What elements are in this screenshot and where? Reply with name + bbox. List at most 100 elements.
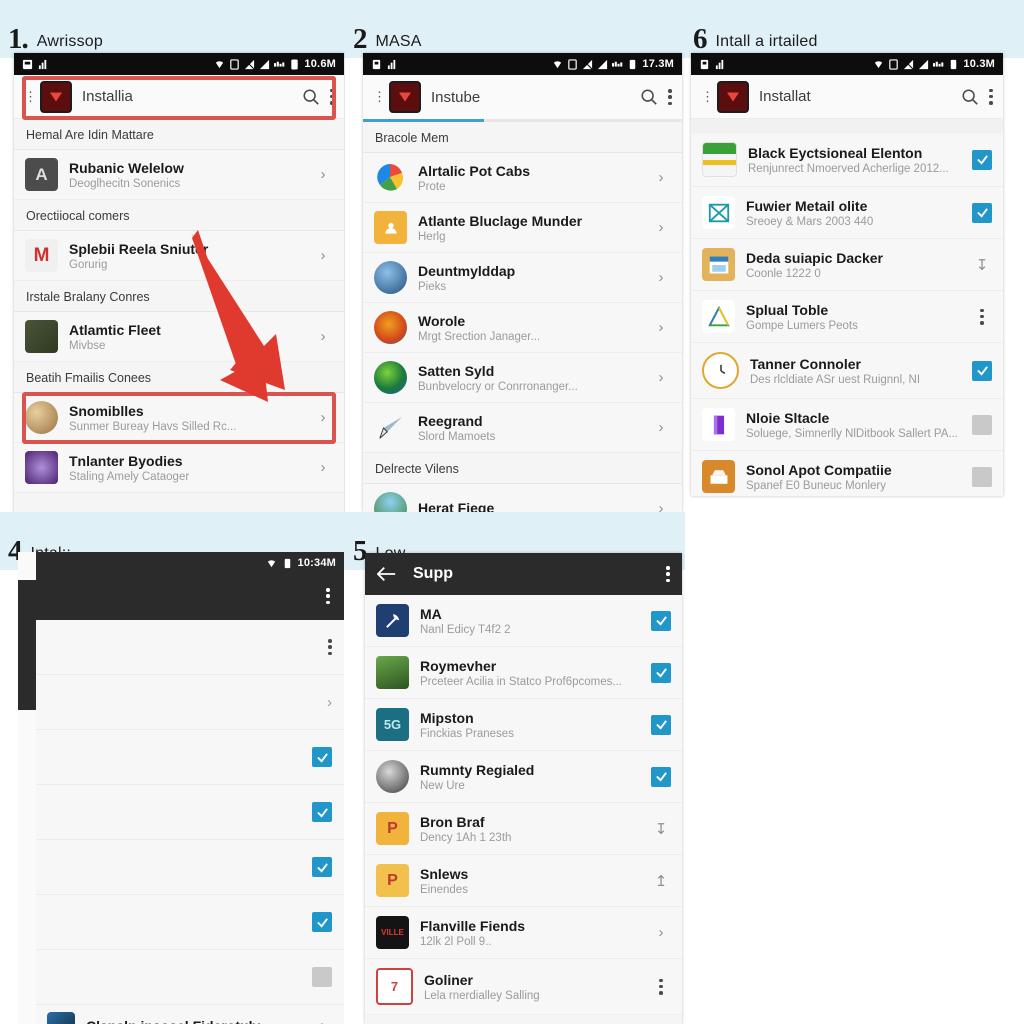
search-icon[interactable] [961,88,979,106]
list-item[interactable]: Alrtalic Pot Cabs Prote › [363,153,682,203]
app-icon [376,760,409,793]
list-item[interactable]: Atlante Bluclage Munder Herlg › [363,203,682,253]
screen-icon [889,58,899,70]
list-item[interactable]: MA Nanl Edicy T4f2 2 [365,595,682,647]
checkbox-checked[interactable] [651,610,671,631]
list-item[interactable]: P Snlews Einendes ↥ [365,855,682,907]
list-item-title: Reegrand [418,412,483,429]
checkbox-checked[interactable] [651,714,671,735]
overflow-menu-icon[interactable] [659,978,663,996]
checkbox-checked[interactable] [312,912,332,932]
overflow-menu-icon[interactable] [666,565,670,583]
list-item[interactable]: A Rubanic Welelow Deoglhecitn Sonenics › [14,150,344,200]
checkbox-checked[interactable] [312,747,332,767]
list-section-header: Delrecte Vilens [363,453,682,484]
list-item[interactable]: M Splebii Reela Sniuter Gorurig › [14,231,344,281]
list-item[interactable]: Black Eyctsioneal Elenton Renjunrect Nmo… [691,133,1003,187]
checkbox-checked[interactable] [312,857,332,877]
wifi-icon [554,60,562,68]
list-item[interactable]: Fuwier Metail olite Sreoey & Mars 2003 4… [691,187,1003,239]
list-item[interactable]: Clanaln insoael Fiderotuly › [36,1005,344,1024]
panel-1-appbar: ⋮ Installia [14,75,344,119]
list-item-subtitle: Mrgt Srection Janager... [418,330,541,343]
list-item[interactable]: 7 Goliner Lela rnerdialley Salling [365,959,682,1015]
download-icon[interactable]: ↥ [651,872,671,890]
list-item[interactable]: › [36,675,344,730]
overflow-menu-icon[interactable] [330,88,334,106]
checkbox-checked[interactable] [312,802,332,822]
overflow-menu-icon[interactable] [980,308,984,326]
list-item[interactable]: P Bron Braf Dency 1Ah 1 23th ↧ [365,803,682,855]
panel-4-phone: 10:34M › Clanaln insoael Fiderotuly › [18,552,344,1024]
app-icon [376,656,409,689]
list-item[interactable]: VILLE Flanville Fiends 12lk 2l Poll 9.. … [365,907,682,959]
panel-3-appbar: ⋮ Installat [691,75,1003,119]
checkbox-checked[interactable] [972,360,992,381]
list-item-subtitle: Gompe Lumers Peots [746,319,858,332]
list-item[interactable]: Splual Toble Gompe Lumers Peots [691,291,1003,343]
list-item-title: Mipston [420,709,474,726]
panel-2-status-time: 17.3M [642,58,674,70]
chevron-right-icon: › [658,419,664,436]
list-item[interactable]: Herat Fiege › [363,484,682,512]
list-item[interactable] [36,950,344,1005]
search-icon[interactable] [640,88,658,106]
chevron-right-icon: › [320,247,326,264]
chevron-right-icon: › [658,169,664,186]
overflow-menu-icon[interactable] [328,638,332,656]
overflow-menu-icon[interactable] [989,88,993,106]
battery-icon [284,558,290,568]
list-item[interactable]: Worole Mrgt Srection Janager... › [363,303,682,353]
list-item[interactable]: Sonol Apot Compatiie Spanef E0 Buneuc Mo… [691,451,1003,496]
list-item[interactable]: Atlamtic Fleet Mivbse › [14,312,344,362]
download-icon[interactable]: ↧ [972,256,992,274]
list-item[interactable]: Deda suiapic Dacker Coonle 1222 0 ↧ [691,239,1003,291]
panel-4: 4 Intal:: 10:34M › [0,512,345,1024]
list-item[interactable] [365,1015,682,1024]
list-item-subtitle: Prceteer Acilia in Statco Prof6pcomes... [420,675,622,688]
search-icon[interactable] [302,88,320,106]
overflow-menu-icon[interactable] [326,587,330,605]
list-item[interactable] [36,840,344,895]
list-item[interactable]: Satten Syld Bunbvelocry or Conrronanger.… [363,353,682,403]
list-item[interactable]: Reegrand Slord Mamoets › [363,403,682,453]
panel-1-caption: 1. Awrissop [0,0,345,58]
network-icon [274,61,285,67]
checkbox-unchecked[interactable] [312,967,332,987]
app-icon [376,604,409,637]
signal-1-icon [582,59,593,69]
app-icon: 5G [376,708,409,741]
statusbar-right-icons: 10.6M [214,58,336,70]
checkbox-unchecked[interactable] [972,466,992,487]
panel-1-caption-text: Awrissop [36,33,103,51]
list-item[interactable] [36,895,344,950]
list-item[interactable]: Nloie Sltacle Soluege, Simnerlly NlDitbo… [691,399,1003,451]
list-item[interactable]: Roymevher Prceteer Acilia in Statco Prof… [365,647,682,699]
download-icon[interactable]: ↧ [651,820,671,838]
panel-3-caption-text: Intall a irtailed [715,33,818,51]
overflow-menu-icon[interactable] [668,88,672,106]
list-item-subtitle: Coonle 1222 0 [746,267,821,280]
list-item[interactable]: 5G Mipston Finckias Praneses [365,699,682,751]
checkbox-checked[interactable] [651,662,671,683]
checkbox-checked[interactable] [972,149,992,170]
list-item[interactable]: Rumnty Regialed New Ure [365,751,682,803]
panel-3-app-title: Installat [759,88,811,105]
checkbox-checked[interactable] [972,202,992,223]
list-item[interactable]: Deuntmylddap Pieks › [363,253,682,303]
list-item-subtitle: Herlg [418,230,446,243]
list-item[interactable]: Tanner Connoler Des rlcldiate ASr uest R… [691,343,1003,399]
list-item[interactable]: Tnlanter Byodies Staling Amely Cataoger … [14,443,344,493]
list-item[interactable] [36,785,344,840]
list-item-subtitle: Spanef E0 Buneuc Monlery [746,479,887,492]
drag-handle-icon: ⋮ [701,88,714,104]
list-item[interactable]: Snomiblles Sunmer Bureay Havs Silled Rc.… [14,393,344,443]
checkbox-unchecked[interactable] [972,414,992,435]
back-arrow-icon[interactable] [377,565,397,583]
list-item[interactable] [36,730,344,785]
list-item[interactable] [36,620,344,675]
checkbox-checked[interactable] [651,766,671,787]
panel-1-phone: 10.6M ⋮ Installia Hemal Are Idin Mattare… [14,53,344,512]
list-item-title: Herat Fiege [418,499,495,513]
panel-1: 1. Awrissop 10.6M ⋮ Installia Hemal Are … [0,0,345,512]
